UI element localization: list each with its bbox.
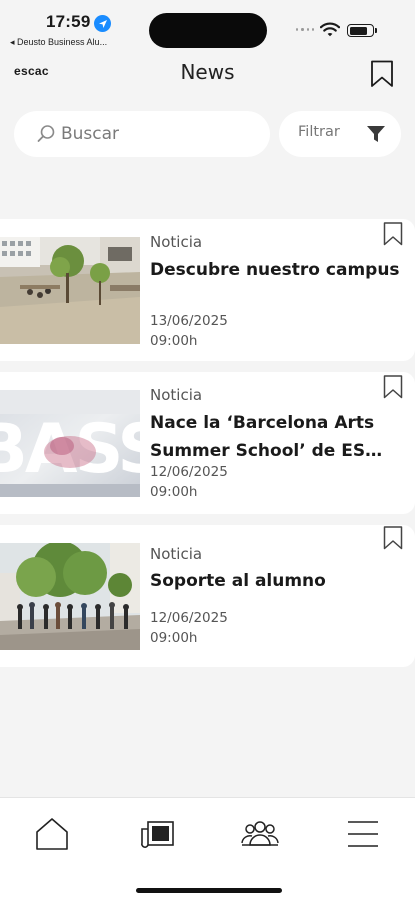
filter-label: Filtrar (298, 124, 340, 140)
location-arrow-icon (94, 15, 111, 32)
news-thumbnail-students (0, 543, 140, 650)
news-date: 12/06/2025 (150, 610, 228, 626)
filter-button[interactable]: Filtrar (279, 111, 401, 157)
bookmark-icon[interactable] (383, 526, 403, 550)
news-date: 13/06/2025 (150, 313, 228, 329)
cellular-signal-icon (296, 28, 314, 34)
bookmark-icon[interactable] (383, 222, 403, 246)
menu-icon (348, 821, 378, 847)
news-thumbnail-campus (0, 237, 140, 344)
nav-community[interactable] (239, 816, 281, 852)
nav-news[interactable] (136, 816, 178, 852)
news-category: Noticia (150, 545, 203, 563)
search-icon (37, 125, 55, 142)
bookmark-icon[interactable] (383, 375, 403, 399)
filter-funnel-icon (367, 126, 385, 142)
news-card[interactable]: Noticia Descubre nuestro campus 13/06/20… (0, 219, 415, 361)
news-title[interactable]: Nace la ‘Barcelona Arts Summer School’ d… (150, 409, 400, 465)
news-category: Noticia (150, 233, 203, 251)
nav-menu[interactable] (342, 816, 384, 852)
news-thumbnail-bass: BASS (0, 390, 140, 497)
news-time: 09:00h (150, 484, 198, 500)
home-icon (36, 818, 68, 850)
saved-bookmark-icon[interactable] (370, 60, 394, 88)
home-indicator[interactable] (136, 888, 282, 893)
page-title: News (180, 60, 235, 84)
status-time: 17:59 (46, 12, 91, 31)
back-to-app-link[interactable]: ◂ Deusto Business Alu... (10, 37, 107, 48)
wifi-icon (320, 22, 340, 37)
status-bar: 17:59 ◂ Deusto Business Alu... (0, 0, 415, 52)
news-date: 12/06/2025 (150, 464, 228, 480)
news-card[interactable]: Noticia Soporte al alumno 12/06/2025 09:… (0, 525, 415, 667)
news-title[interactable]: Descubre nuestro campus (150, 256, 400, 284)
news-time: 09:00h (150, 630, 198, 646)
news-card[interactable]: BASS Noticia Nace la ‘Barcelona Arts Sum… (0, 372, 415, 514)
battery-icon (347, 24, 377, 37)
newspaper-icon (141, 821, 174, 848)
news-title[interactable]: Soporte al alumno (150, 567, 400, 595)
nav-home[interactable] (31, 816, 73, 852)
search-box (14, 111, 270, 157)
community-icon (241, 821, 279, 846)
news-category: Noticia (150, 386, 203, 404)
bottom-nav (0, 797, 415, 900)
search-input[interactable] (61, 111, 261, 157)
news-time: 09:00h (150, 333, 198, 349)
dynamic-island (149, 13, 267, 48)
